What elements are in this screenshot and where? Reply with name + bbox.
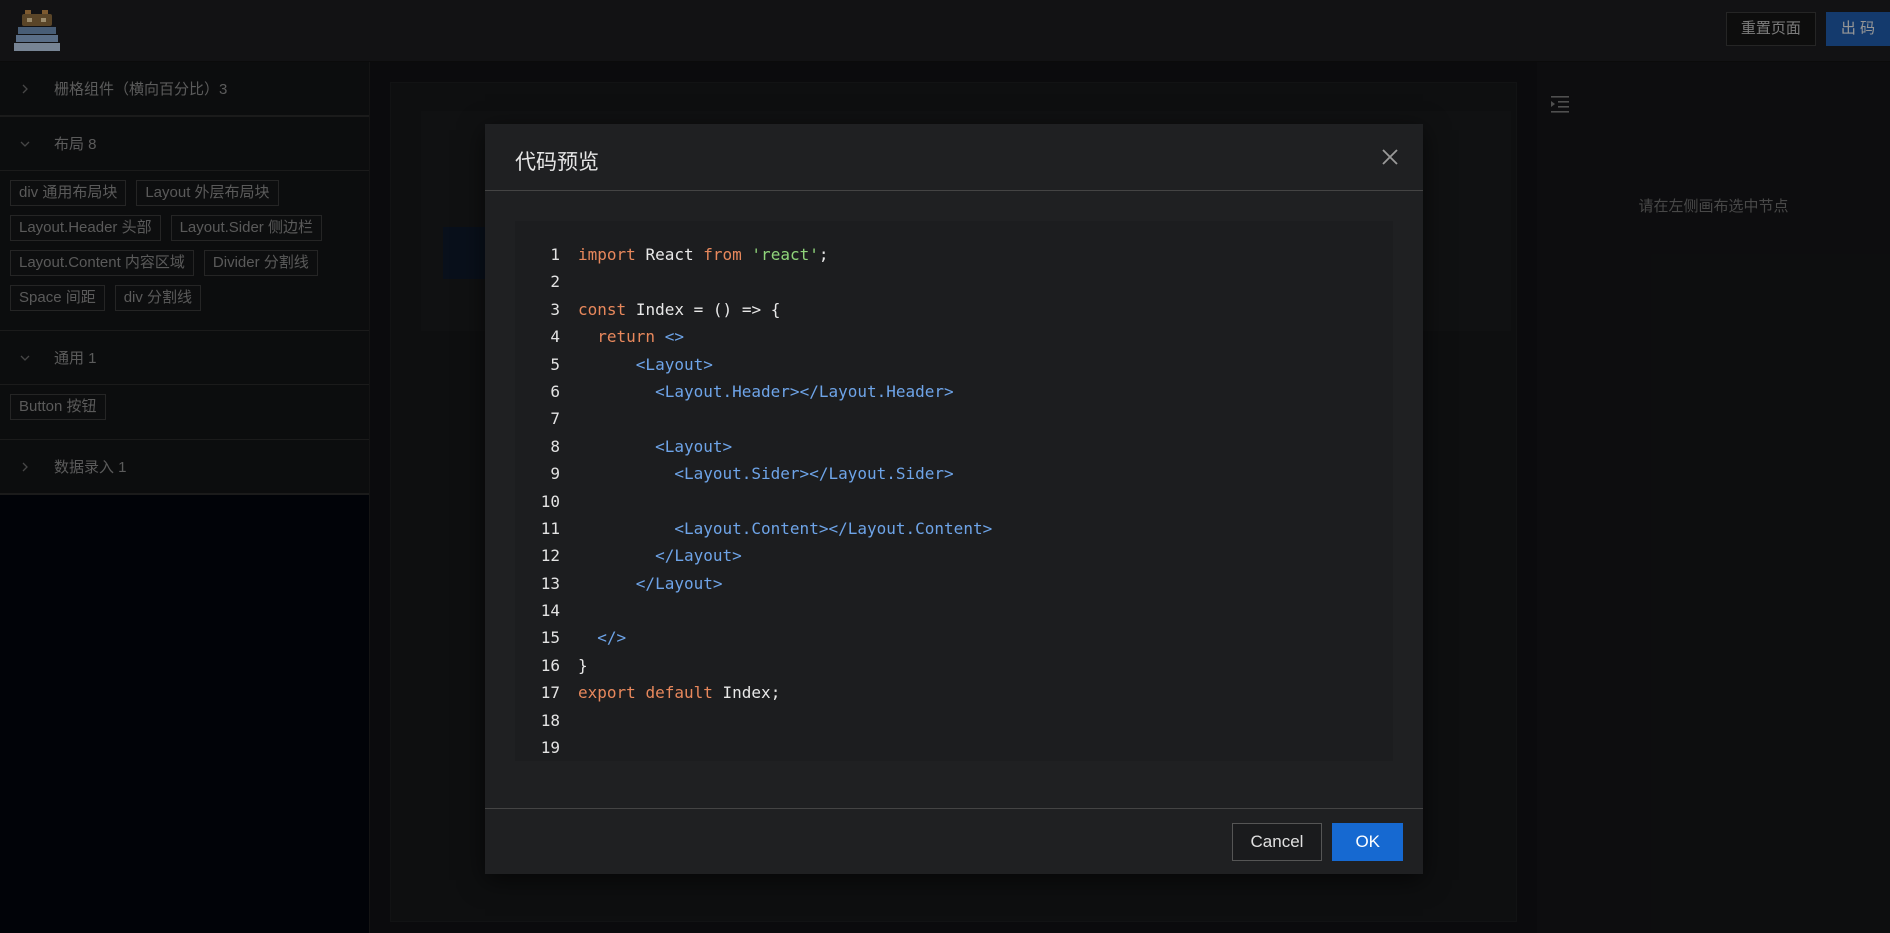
line-number: 17 <box>540 683 560 703</box>
code-line: 12 </Layout> <box>515 542 1393 569</box>
line-number: 13 <box>540 573 560 593</box>
code-text: <Layout.Header></Layout.Header> <box>655 381 954 401</box>
modal-header: 代码预览 <box>485 124 1423 191</box>
modal-body: 1 import React from 'react'; 2 3 const Index… <box>485 191 1423 808</box>
code-text: import React from 'react'; <box>578 245 829 264</box>
code-text: <Layout.Sider></Layout.Sider> <box>674 464 954 484</box>
code-line: 11 <Layout.Content></Layout.Content> <box>515 515 1393 542</box>
code-text: <Layout> <box>655 436 733 456</box>
line-number: 7 <box>550 409 560 429</box>
code-line: 16} <box>515 652 1393 679</box>
code-line: 17 export default Index; <box>515 679 1393 706</box>
code-line: 7 <box>515 405 1393 432</box>
code-line: 14 <box>515 597 1393 624</box>
code-line: 10 <box>515 488 1393 515</box>
line-number: 6 <box>550 381 560 401</box>
code-text: export default Index; <box>578 683 781 703</box>
modal-title: 代码预览 <box>515 151 599 174</box>
line-number: 18 <box>540 710 560 730</box>
code-editor[interactable]: 1 import React from 'react'; 2 3 const Index… <box>515 221 1393 761</box>
line-number: 8 <box>550 436 560 456</box>
code-text: </Layout> <box>635 573 723 593</box>
code-line: 2 <box>515 268 1393 295</box>
line-number: 15 <box>540 628 560 648</box>
line-number: 12 <box>540 546 560 566</box>
line-number: 19 <box>540 738 560 758</box>
code-line: 1 import React from 'react'; <box>515 241 1393 268</box>
code-text: <Layout.Content></Layout.Content> <box>674 518 993 538</box>
line-number: 5 <box>550 354 560 374</box>
line-number: 3 <box>550 299 560 319</box>
line-number: 1 <box>550 245 560 264</box>
code-text: const Index = () => { <box>578 299 781 319</box>
code-line: 8 <Layout> <box>515 433 1393 460</box>
code-preview-modal: 代码预览 1 import React from 'react'; 2 3 const … <box>485 124 1423 874</box>
code-line: 19 <box>515 734 1393 761</box>
code-text: </Layout> <box>655 546 742 566</box>
modal-footer: Cancel OK <box>485 808 1423 874</box>
code-line: 3 const Index = () => { <box>515 296 1393 323</box>
line-number: 14 <box>540 601 560 621</box>
line-number: 11 <box>540 518 560 538</box>
code-line: 9 <Layout.Sider></Layout.Sider> <box>515 460 1393 487</box>
code-text: <Layout> <box>635 354 713 374</box>
code-text: return <> <box>597 327 684 347</box>
line-number: 10 <box>540 491 560 511</box>
line-number: 4 <box>550 327 560 347</box>
line-number: 9 <box>550 464 560 484</box>
code-line: 18 <box>515 707 1393 734</box>
code-line: 13 </Layout> <box>515 570 1393 597</box>
close-icon[interactable] <box>1379 146 1401 168</box>
cancel-button[interactable]: Cancel <box>1231 823 1323 861</box>
modal-actions: Cancel OK <box>1231 823 1403 861</box>
line-number: 2 <box>550 272 560 292</box>
code-text: } <box>578 655 588 675</box>
ok-button[interactable]: OK <box>1332 823 1403 861</box>
code-line: 6 <Layout.Header></Layout.Header> <box>515 378 1393 405</box>
line-number: 16 <box>540 655 560 675</box>
code-line: 4 return <> <box>515 323 1393 350</box>
app-root: 重置页面 出 码 栅格组件（横向百分比）3 布局 8 div 通用布局块 Lay… <box>0 0 1890 933</box>
code-line: 5 <Layout> <box>515 351 1393 378</box>
code-line: 15 </> <box>515 624 1393 651</box>
code-text: </> <box>597 628 627 648</box>
